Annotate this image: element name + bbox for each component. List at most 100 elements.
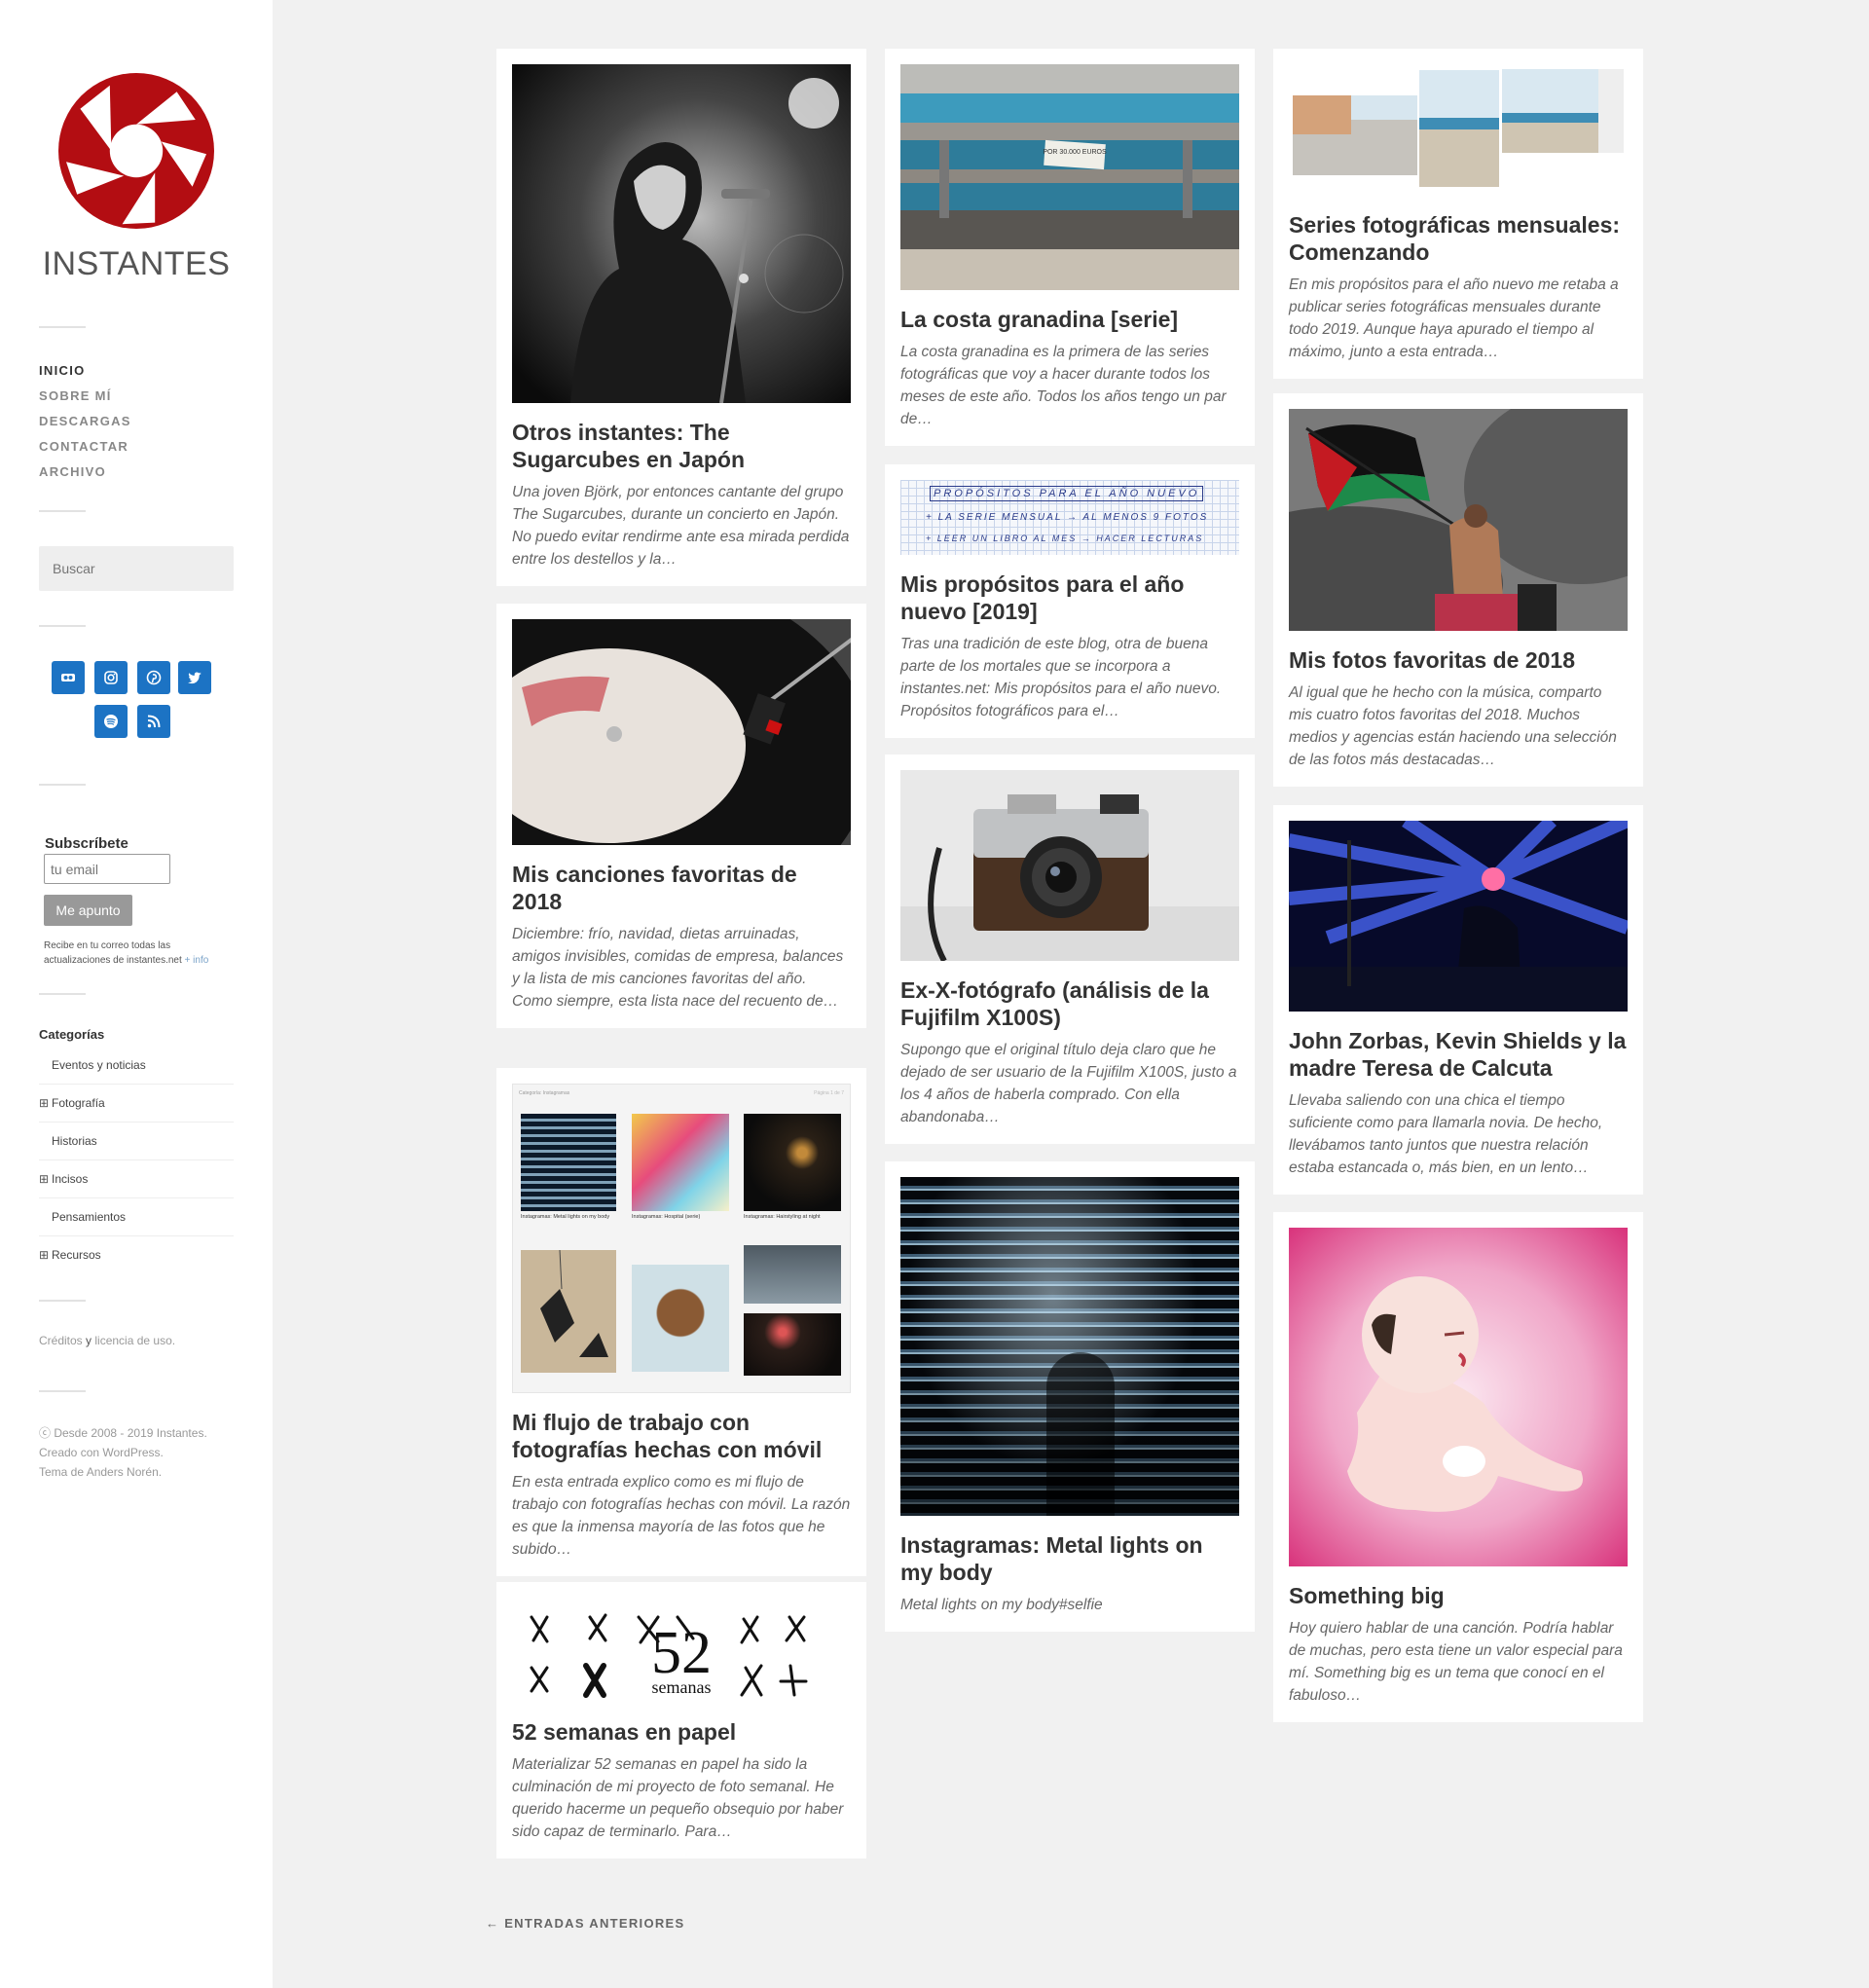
search-input[interactable] — [39, 546, 234, 591]
footer-wordpress[interactable]: Creado con WordPress. — [39, 1443, 207, 1462]
category-item[interactable]: Historias — [39, 1123, 234, 1160]
categories-list: Eventos y noticias ⊞ Fotografía Historias… — [39, 1047, 234, 1274]
post-thumbnail[interactable] — [512, 64, 851, 403]
nav-item-descargas[interactable]: DESCARGAS — [39, 409, 131, 434]
post-title[interactable]: Mis canciones favoritas de 2018 — [512, 861, 851, 915]
post-thumbnail[interactable] — [1289, 64, 1628, 196]
more-info-link[interactable]: + info — [185, 955, 209, 966]
subscribe-button[interactable]: Me apunto — [44, 895, 132, 926]
flickr-icon[interactable] — [52, 661, 85, 694]
post-thumbnail[interactable] — [900, 1177, 1239, 1516]
footer-copyright: ⓒ Desde 2008 - 2019 Instantes. — [39, 1426, 207, 1440]
nav-item-archivo[interactable]: ARCHIVO — [39, 460, 131, 485]
nav-item-inicio[interactable]: INICIO — [39, 358, 131, 384]
post-title[interactable]: Otros instantes: The Sugarcubes en Japón — [512, 419, 851, 473]
expand-icon[interactable]: ⊞ — [39, 1085, 49, 1122]
notebook-text: PROPÓSITOS PARA EL AÑO NUEVO — [930, 486, 1204, 501]
post-excerpt: Tras una tradición de este blog, otra de… — [900, 636, 1222, 719]
divider — [39, 510, 86, 512]
post-excerpt: Diciembre: frío, navidad, dietas arruina… — [512, 926, 844, 1010]
category-label: Eventos y noticias — [52, 1058, 146, 1072]
twitter-icon[interactable] — [178, 661, 211, 694]
post-thumbnail[interactable] — [1289, 409, 1628, 631]
category-label: Fotografía — [52, 1096, 105, 1110]
post-thumbnail[interactable] — [900, 770, 1239, 961]
post-excerpt: Hoy quiero hablar de una canción. Podría… — [1289, 1620, 1623, 1704]
site-title[interactable]: INSTANTES — [0, 245, 273, 283]
divider — [39, 1390, 86, 1392]
notebook-text: + LA SERIE MENSUAL → AL MENOS 9 FOTOS — [926, 512, 1209, 523]
post-card[interactable]: POR 30.000 EUROS La costa granadina [ser… — [885, 49, 1255, 446]
footer-theme[interactable]: Tema de Anders Norén. — [39, 1462, 207, 1482]
post-card[interactable]: Series fotográficas mensuales: Comenzand… — [1273, 49, 1643, 379]
category-item[interactable]: ⊞ Fotografía — [39, 1085, 234, 1123]
category-label: Incisos — [52, 1172, 89, 1186]
post-thumbnail[interactable]: PROPÓSITOS PARA EL AÑO NUEVO + LA SERIE … — [900, 480, 1239, 555]
book-subtitle: semanas — [652, 1677, 712, 1697]
post-card[interactable]: 52 semanas 52 semanas en papel Materiali… — [496, 1582, 866, 1859]
nav-item-contactar[interactable]: CONTACTAR — [39, 434, 131, 460]
post-title[interactable]: 52 semanas en papel — [512, 1718, 851, 1746]
post-card[interactable]: Categoría: Instagramas Página 1 de 7 Ins… — [496, 1068, 866, 1576]
site-footer: ⓒ Desde 2008 - 2019 Instantes. Creado co… — [39, 1423, 207, 1482]
post-title[interactable]: John Zorbas, Kevin Shields y la madre Te… — [1289, 1027, 1628, 1082]
category-item[interactable]: ⊞ Incisos — [39, 1160, 234, 1198]
post-card[interactable]: Something big Hoy quiero hablar de una c… — [1273, 1212, 1643, 1722]
divider — [39, 625, 86, 627]
post-card[interactable]: Mis canciones favoritas de 2018 Diciembr… — [496, 604, 866, 1028]
post-excerpt: Una joven Björk, por entonces cantante d… — [512, 484, 850, 568]
email-field[interactable] — [44, 854, 170, 884]
credits: Créditos y licencia de uso. — [39, 1334, 175, 1347]
license-link[interactable]: licencia de uso. — [94, 1334, 175, 1347]
collage-header: Categoría: Instagramas — [519, 1090, 570, 1096]
expand-icon[interactable]: ⊞ — [39, 1236, 49, 1273]
site-logo[interactable] — [58, 73, 214, 229]
category-item[interactable]: Eventos y noticias — [39, 1047, 234, 1085]
post-title[interactable]: Mi flujo de trabajo con fotografías hech… — [512, 1409, 851, 1463]
collage-caption: Instagramas: Hairstyling at night — [744, 1214, 821, 1220]
post-title[interactable]: Something big — [1289, 1582, 1628, 1609]
divider — [39, 326, 86, 328]
expand-icon[interactable]: ⊞ — [39, 1160, 49, 1197]
post-title[interactable]: La costa granadina [serie] — [900, 306, 1239, 333]
post-title[interactable]: Instagramas: Metal lights on my body — [900, 1531, 1239, 1586]
post-thumbnail[interactable] — [1289, 1228, 1628, 1566]
subscribe-title: Subscríbete — [45, 835, 128, 852]
rss-icon[interactable] — [137, 705, 170, 738]
post-card[interactable]: Instagramas: Metal lights on my body Met… — [885, 1161, 1255, 1632]
category-item[interactable]: Pensamientos — [39, 1198, 234, 1236]
divider — [39, 1300, 86, 1302]
post-title[interactable]: Mis fotos favoritas de 2018 — [1289, 646, 1628, 674]
spotify-icon[interactable] — [94, 705, 128, 738]
post-thumbnail[interactable] — [1289, 821, 1628, 1012]
instagram-icon[interactable] — [94, 661, 128, 694]
post-excerpt: Llevaba saliendo con una chica el tiempo… — [1289, 1092, 1603, 1176]
post-title[interactable]: Series fotográficas mensuales: Comenzand… — [1289, 211, 1628, 266]
main-nav: INICIO SOBRE MÍ DESCARGAS CONTACTAR ARCH… — [39, 358, 131, 485]
post-card[interactable]: Mis fotos favoritas de 2018 Al igual que… — [1273, 393, 1643, 787]
post-card[interactable]: John Zorbas, Kevin Shields y la madre Te… — [1273, 805, 1643, 1195]
categories-title: Categorías — [39, 1027, 105, 1042]
older-posts-link[interactable]: ← ENTRADAS ANTERIORES — [486, 1916, 685, 1931]
post-title[interactable]: Mis propósitos para el año nuevo [2019] — [900, 571, 1239, 625]
post-thumbnail[interactable]: 52 semanas — [512, 1598, 851, 1703]
post-title[interactable]: Ex-X-fotógrafo (análisis de la Fujifilm … — [900, 976, 1239, 1031]
divider — [39, 784, 86, 786]
pinterest-icon[interactable] — [137, 661, 170, 694]
post-excerpt: Supongo que el original título deja clar… — [900, 1042, 1237, 1125]
post-card[interactable]: PROPÓSITOS PARA EL AÑO NUEVO + LA SERIE … — [885, 464, 1255, 738]
collage-page: Página 1 de 7 — [814, 1090, 844, 1096]
post-excerpt: En esta entrada explico como es mi flujo… — [512, 1474, 851, 1558]
book-number: 52 — [651, 1620, 712, 1686]
post-card[interactable]: Otros instantes: The Sugarcubes en Japón… — [496, 49, 866, 586]
category-item[interactable]: ⊞ Recursos — [39, 1236, 234, 1274]
nav-item-sobre-mi[interactable]: SOBRE MÍ — [39, 384, 131, 409]
post-thumbnail[interactable]: Categoría: Instagramas Página 1 de 7 Ins… — [512, 1084, 851, 1393]
credits-link[interactable]: Créditos — [39, 1334, 83, 1347]
post-excerpt: Al igual que he hecho con la música, com… — [1289, 684, 1617, 768]
category-label: Pensamientos — [52, 1210, 127, 1224]
post-thumbnail[interactable]: POR 30.000 EUROS — [900, 64, 1239, 290]
post-thumbnail[interactable] — [512, 619, 851, 845]
post-card[interactable]: Ex-X-fotógrafo (análisis de la Fujifilm … — [885, 755, 1255, 1144]
post-excerpt: La costa granadina es la primera de las … — [900, 344, 1227, 427]
